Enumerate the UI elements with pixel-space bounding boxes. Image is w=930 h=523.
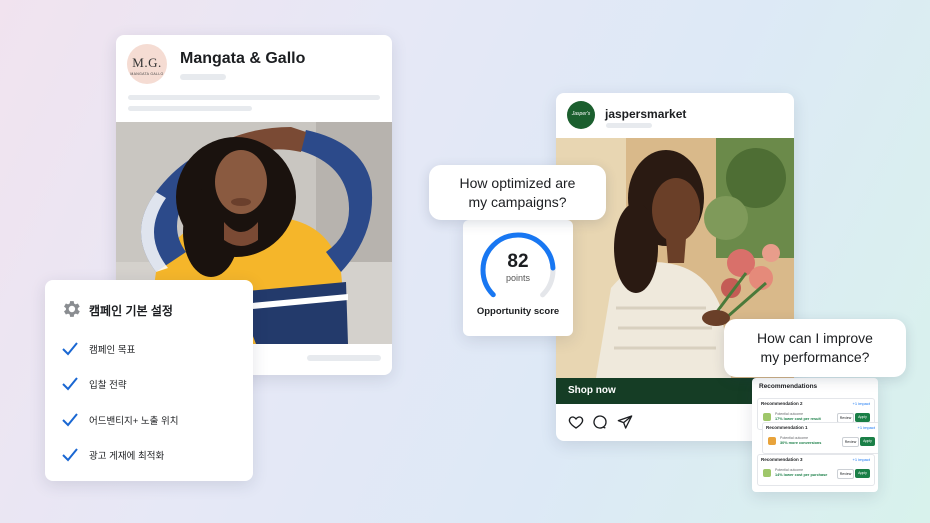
recommendations-title: Recommendations xyxy=(759,383,818,390)
recommendation-potential-label: Potential outcome xyxy=(775,412,804,416)
apply-button[interactable]: Apply xyxy=(855,469,870,478)
check-icon xyxy=(62,413,78,427)
bubble-line: my campaigns? xyxy=(468,194,567,210)
score-label: Opportunity score xyxy=(476,306,560,317)
review-button[interactable]: Review xyxy=(842,437,859,447)
jaspers-name[interactable]: jaspersmarket xyxy=(605,107,686,121)
bubble-line: How optimized are xyxy=(459,175,576,191)
recommendation-potential-label: Potential outcome xyxy=(780,436,809,440)
comment-icon[interactable] xyxy=(592,414,608,430)
text-placeholder xyxy=(128,95,380,100)
text-placeholder xyxy=(128,106,252,111)
check-icon xyxy=(62,448,78,462)
subtitle-placeholder xyxy=(606,123,652,128)
settings-item-label: 광고 게재에 최적화 xyxy=(89,451,165,462)
recommendation-name: Recommendation 2 xyxy=(761,401,803,406)
footer-placeholder xyxy=(307,355,381,361)
subtitle-placeholder xyxy=(180,74,226,80)
optimization-question-bubble: How optimized are my campaigns? xyxy=(429,165,606,220)
logo-monogram: M.G. xyxy=(132,55,162,70)
recommendation-card[interactable]: Recommendation 3 +1 impact Potential out… xyxy=(757,454,875,486)
recommendation-name: Recommendation 3 xyxy=(761,457,803,462)
jaspers-logo-text: Jasper's xyxy=(571,111,591,117)
performance-question-bubble: How can I improve my performance? xyxy=(724,319,906,377)
check-icon xyxy=(62,377,78,391)
recommendation-impact-link[interactable]: +1 impact xyxy=(858,425,875,430)
campaign-settings-card: 캠페인 기본 설정 캠페인 목표 입찰 전략 어드밴티지+ 노출 위치 광고 게… xyxy=(45,280,253,481)
apply-button[interactable]: Apply xyxy=(860,437,875,446)
settings-item-placements[interactable]: 어드밴티지+ 노출 위치 xyxy=(61,412,179,428)
recommendation-card[interactable]: Recommendation 1 +1 impact Potential out… xyxy=(762,422,878,454)
settings-item-label: 입찰 전략 xyxy=(89,380,127,391)
recommendation-potential-label: Potential outcome xyxy=(775,468,804,472)
bubble-line: my performance? xyxy=(760,349,870,365)
recommendation-icon xyxy=(763,413,771,421)
check-icon xyxy=(62,342,78,356)
review-button[interactable]: Review xyxy=(837,469,854,479)
shop-now-label: Shop now xyxy=(568,385,616,396)
score-value: 82 xyxy=(507,251,529,272)
recommendation-name: Recommendation 1 xyxy=(766,425,808,430)
settings-item-label: 캠페인 목표 xyxy=(89,345,136,356)
heart-icon[interactable] xyxy=(568,414,584,430)
recommendations-panel: Recommendations Recommendation 2 +1 impa… xyxy=(752,378,878,492)
jaspers-avatar[interactable]: Jasper's xyxy=(567,101,595,129)
mangata-name[interactable]: Mangata & Gallo xyxy=(180,50,305,68)
mangata-avatar[interactable]: M.G. MANGATA GALLO xyxy=(127,44,167,84)
recommendation-impact-link[interactable]: +1 impact xyxy=(853,401,870,406)
recommendation-value: 17% lower cost per result xyxy=(775,417,821,421)
recommendation-impact-link[interactable]: +1 impact xyxy=(853,457,870,462)
settings-item-delivery[interactable]: 광고 게재에 최적화 xyxy=(61,447,164,463)
bubble-line: How can I improve xyxy=(757,330,873,346)
recommendation-icon xyxy=(768,437,776,445)
share-icon[interactable] xyxy=(617,414,633,430)
score-unit: points xyxy=(505,273,531,283)
apply-button[interactable]: Apply xyxy=(855,413,870,422)
settings-item-bid-strategy[interactable]: 입찰 전략 xyxy=(61,376,127,392)
settings-item-label: 어드밴티지+ 노출 위치 xyxy=(89,416,179,427)
opportunity-score-card: 82 points Opportunity score xyxy=(463,220,573,336)
settings-title: 캠페인 기본 설정 xyxy=(89,304,173,318)
logo-subtext: MANGATA GALLO xyxy=(130,72,164,76)
recommendation-icon xyxy=(763,469,771,477)
recommendation-value: 14% lower cost per purchase xyxy=(775,473,828,477)
gear-icon xyxy=(64,301,80,317)
settings-item-objective[interactable]: 캠페인 목표 xyxy=(61,341,135,357)
recommendation-value: 30% more conversions xyxy=(780,441,822,445)
